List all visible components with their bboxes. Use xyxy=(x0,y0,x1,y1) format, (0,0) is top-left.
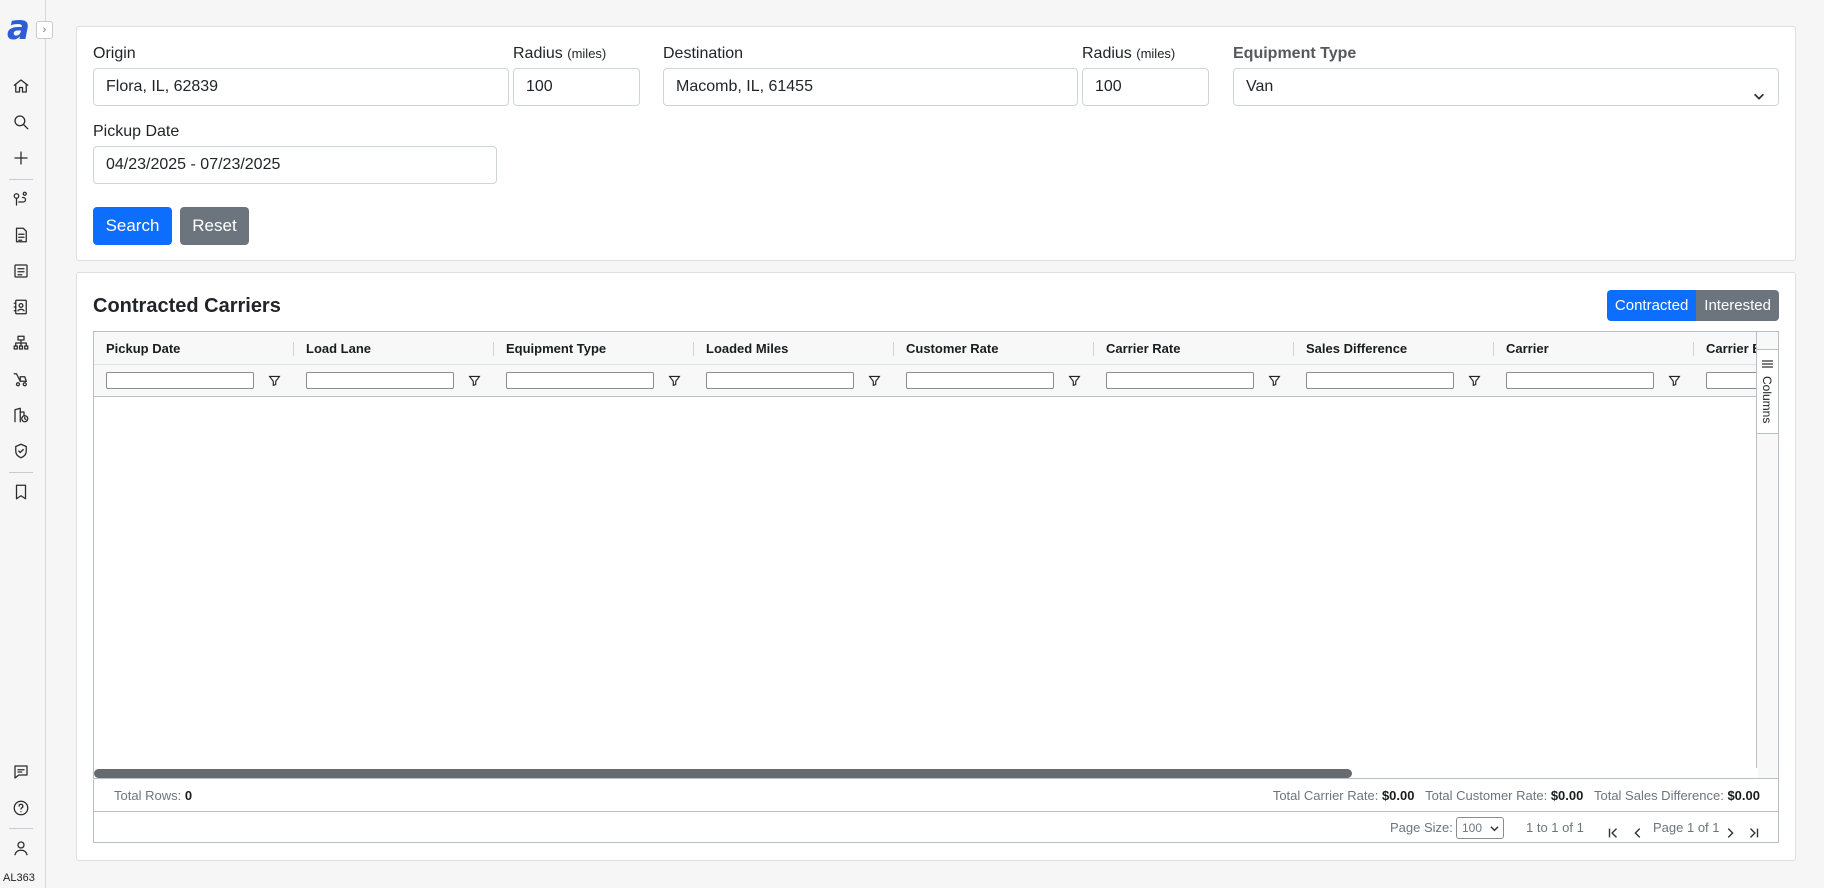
filter-icon[interactable] xyxy=(1668,374,1682,388)
filter-icon[interactable] xyxy=(268,374,282,388)
grid-status-bar: Total Rows: 0 Total Carrier Rate: $0.00 … xyxy=(94,778,1778,811)
page-size-value: 100 xyxy=(1462,821,1483,835)
sidebar-expand-button[interactable]: › xyxy=(36,21,53,39)
origin-input[interactable]: Flora, IL, 62839 xyxy=(93,68,509,106)
total-sales-difference: Total Sales Difference: $0.00 xyxy=(1593,788,1760,803)
route-icon[interactable] xyxy=(11,189,31,209)
origin-radius-input[interactable]: 100 xyxy=(513,68,640,106)
equipment-type-value: Van xyxy=(1246,78,1274,95)
filter-input-sales-difference[interactable] xyxy=(1306,372,1454,389)
page-size-select[interactable]: 100 xyxy=(1456,817,1504,839)
user-icon[interactable] xyxy=(11,838,31,858)
last-page-icon[interactable] xyxy=(1747,820,1761,838)
org-chart-icon[interactable] xyxy=(11,333,31,353)
pickup-date-label: Pickup Date xyxy=(93,123,180,140)
reset-button[interactable]: Reset xyxy=(180,207,249,245)
row-summary: 1 to 1 of 1 xyxy=(1526,820,1584,835)
carriers-grid: Pickup Date Load Lane Equipment Type Loa… xyxy=(93,331,1779,843)
search-form-card: Origin Flora, IL, 62839 Radius (miles) 1… xyxy=(76,26,1796,261)
column-header-carrier-rate[interactable]: Carrier Rate xyxy=(1094,332,1294,365)
filter-icon[interactable] xyxy=(1068,374,1082,388)
filter-input-carrier[interactable] xyxy=(1506,372,1654,389)
filter-icon[interactable] xyxy=(868,374,882,388)
equipment-type-label: Equipment Type xyxy=(1233,45,1357,62)
search-icon[interactable] xyxy=(11,112,31,132)
column-header-carrier-e[interactable]: Carrier E xyxy=(1694,332,1758,365)
equipment-type-select[interactable]: Van xyxy=(1233,68,1779,106)
column-header-customer-rate[interactable]: Customer Rate xyxy=(894,332,1094,365)
pickup-date-range-input[interactable]: 04/23/2025 - 07/23/2025 xyxy=(93,146,497,184)
next-page-icon[interactable] xyxy=(1723,820,1737,838)
horizontal-scrollbar[interactable] xyxy=(94,768,1758,778)
user-id-label: AL363 xyxy=(3,872,35,884)
plus-icon[interactable] xyxy=(11,148,31,168)
bookmark-icon[interactable] xyxy=(11,482,31,502)
columns-icon xyxy=(1762,360,1773,368)
column-header-loaded-miles[interactable]: Loaded Miles xyxy=(694,332,894,365)
home-icon[interactable] xyxy=(11,76,31,96)
previous-page-icon[interactable] xyxy=(1631,820,1645,838)
destination-radius-input[interactable]: 100 xyxy=(1082,68,1209,106)
sidebar-divider xyxy=(9,179,33,180)
filter-icon[interactable] xyxy=(668,374,682,388)
truck-icon[interactable] xyxy=(11,369,31,389)
column-header-carrier[interactable]: Carrier xyxy=(1494,332,1694,365)
destination-radius-label: Radius (miles) xyxy=(1082,45,1176,62)
filter-input-load-lane[interactable] xyxy=(306,372,454,389)
section-title: Contracted Carriers xyxy=(93,295,281,317)
filter-icon[interactable] xyxy=(468,374,482,388)
search-button[interactable]: Search xyxy=(93,207,172,245)
columns-panel-tab[interactable]: Columns xyxy=(1757,349,1778,434)
filter-input-carrier-e[interactable] xyxy=(1706,372,1758,389)
chevron-down-icon xyxy=(1752,81,1766,100)
toggle-contracted[interactable]: Contracted xyxy=(1606,290,1697,321)
horizontal-scrollbar-thumb[interactable] xyxy=(94,769,1352,778)
origin-radius-label: Radius (miles) xyxy=(513,45,607,62)
filter-input-carrier-rate[interactable] xyxy=(1106,372,1254,389)
column-header-load-lane[interactable]: Load Lane xyxy=(294,332,494,365)
grid-header: Pickup Date Load Lane Equipment Type Loa… xyxy=(94,332,1758,397)
destination-label: Destination xyxy=(663,45,744,62)
help-icon[interactable] xyxy=(11,798,31,818)
column-header-equipment-type[interactable]: Equipment Type xyxy=(494,332,694,365)
filter-input-loaded-miles[interactable] xyxy=(706,372,854,389)
total-carrier-rate: Total Carrier Rate: $0.00 xyxy=(1272,788,1415,803)
filter-icon[interactable] xyxy=(1268,374,1282,388)
view-toggle-group: Contracted Interested xyxy=(1606,290,1779,321)
column-header-sales-difference[interactable]: Sales Difference xyxy=(1294,332,1494,365)
first-page-icon[interactable] xyxy=(1606,820,1620,838)
filter-input-equipment-type[interactable] xyxy=(506,372,654,389)
grid-side-bar: Columns xyxy=(1756,332,1778,842)
chat-icon[interactable] xyxy=(11,762,31,782)
columns-panel-label: Columns xyxy=(1760,376,1774,424)
header-row-divider xyxy=(94,364,1758,365)
sidebar-divider xyxy=(9,472,33,473)
filter-input-customer-rate[interactable] xyxy=(906,372,1054,389)
sidebar-divider xyxy=(9,828,33,829)
sidebar: a › AL363 xyxy=(0,0,53,888)
page-indicator: Page 1 of 1 xyxy=(1653,820,1720,835)
page-size-label: Page Size: xyxy=(1390,820,1453,835)
total-rows: Total Rows: 0 xyxy=(114,788,193,803)
document-icon[interactable] xyxy=(11,225,31,245)
origin-label: Origin xyxy=(93,45,136,62)
toggle-interested[interactable]: Interested xyxy=(1696,290,1779,321)
total-customer-rate: Total Customer Rate: $0.00 xyxy=(1425,788,1584,803)
totals-summary: Total Carrier Rate: $0.00 Total Customer… xyxy=(1273,779,1760,812)
results-card: Contracted Carriers Contracted Intereste… xyxy=(76,272,1796,861)
app-logo[interactable]: a xyxy=(7,8,35,48)
list-document-icon[interactable] xyxy=(11,261,31,281)
chevron-down-icon xyxy=(1490,826,1499,832)
shield-check-icon[interactable] xyxy=(11,441,31,461)
column-header-pickup-date[interactable]: Pickup Date xyxy=(94,332,294,365)
building-clock-icon[interactable] xyxy=(11,405,31,425)
filter-input-pickup-date[interactable] xyxy=(106,372,254,389)
filter-icon[interactable] xyxy=(1468,374,1482,388)
pagination-bar: Page Size: 100 1 to 1 of 1 Page 1 of 1 xyxy=(94,811,1778,842)
contacts-book-icon[interactable] xyxy=(11,297,31,317)
destination-input[interactable]: Macomb, IL, 61455 xyxy=(663,68,1078,106)
